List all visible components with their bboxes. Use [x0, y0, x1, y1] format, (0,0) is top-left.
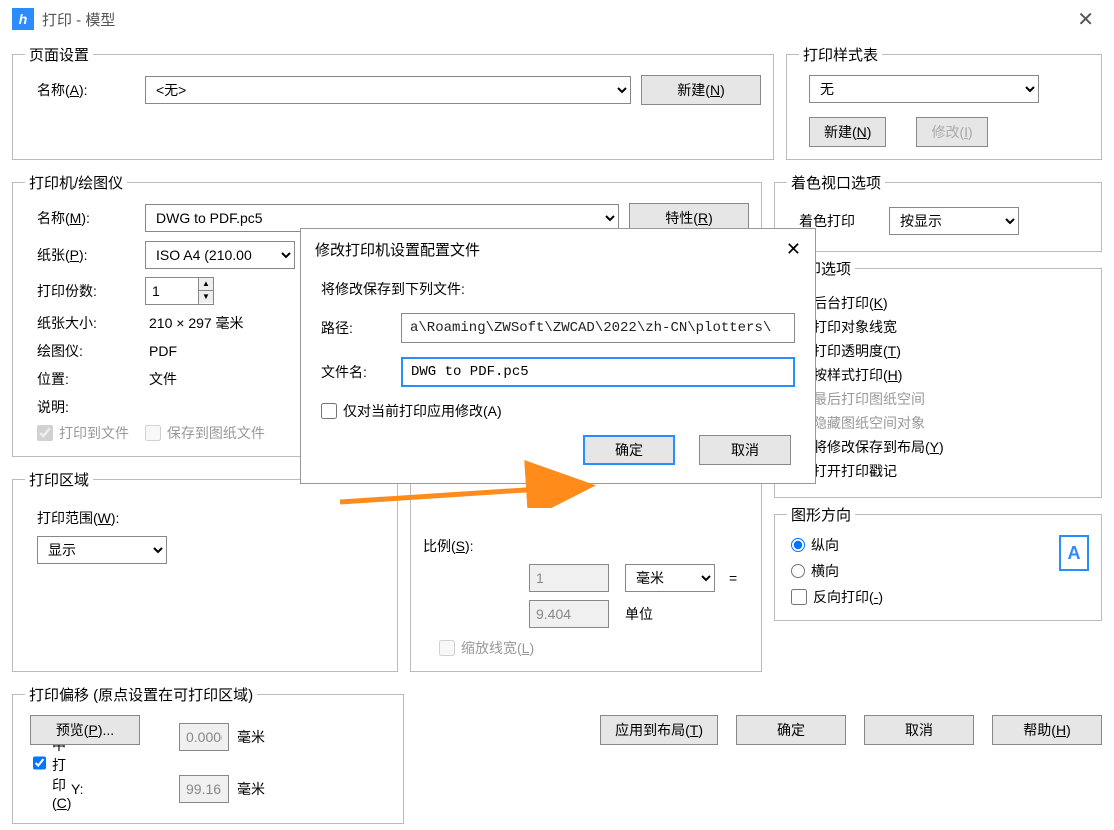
print-to-file-checkbox: 打印到文件: [37, 423, 129, 443]
paperspace-last-checkbox: 最后打印图纸空间: [791, 389, 1089, 409]
app-icon: h: [12, 8, 34, 30]
fieldset-offset: 打印偏移 (原点设置在可打印区域) X: 毫米 居中打印(C) Y: 毫米: [12, 684, 404, 824]
transparency-checkbox[interactable]: 打印透明度(T): [791, 341, 1089, 361]
fieldset-plot-style: 打印样式表 无 新建(N) 修改(I): [786, 44, 1102, 160]
offset-y-input: [179, 775, 229, 803]
legend-viewport: 着色视口选项: [787, 172, 885, 193]
offset-y-label: Y:: [71, 781, 171, 797]
scale-unit-select[interactable]: 毫米: [625, 564, 715, 592]
scale-numerator-input: [529, 564, 609, 592]
plot-range-label: 打印范围(W):: [37, 508, 127, 528]
page-setup-new-button[interactable]: 新建(N): [641, 75, 761, 105]
modal-title: 修改打印机设置配置文件: [315, 239, 480, 260]
page-setup-name-label: 名称(A):: [25, 80, 135, 100]
scale-denominator-input: [529, 600, 609, 628]
legend-offset: 打印偏移 (原点设置在可打印区域): [25, 684, 257, 705]
save-to-paperspace-checkbox: 保存到图纸文件: [145, 423, 265, 443]
plot-style-new-button[interactable]: 新建(N): [809, 117, 886, 147]
equals-label: =: [729, 570, 749, 586]
modal-printer-config: 修改打印机设置配置文件 ✕ 将修改保存到下列文件: 路径: 文件名: 仅对当前打…: [300, 228, 816, 484]
modal-cancel-button[interactable]: 取消: [699, 435, 791, 465]
paper-label: 纸张(P):: [25, 245, 135, 265]
bg-print-checkbox[interactable]: 后台打印(K): [791, 293, 1089, 313]
by-style-checkbox[interactable]: 按样式打印(H): [791, 365, 1089, 385]
page-setup-name-select[interactable]: <无>: [145, 76, 631, 104]
window-title: 打印 - 模型: [42, 9, 115, 30]
landscape-radio[interactable]: 横向: [791, 561, 839, 581]
offset-y-unit: 毫米: [237, 779, 391, 799]
modal-file-input[interactable]: [401, 357, 795, 387]
stamp-checkbox[interactable]: 打开打印戳记: [791, 461, 1089, 481]
fieldset-options: 打印选项 后台打印(K) 打印对象线宽 打印透明度(T) 按样式打印(H) 最后…: [774, 258, 1102, 498]
fieldset-page-setup: 页面设置 名称(A): <无> 新建(N): [12, 44, 774, 160]
orientation-icon: A: [1059, 535, 1089, 571]
modal-path-label: 路径:: [321, 318, 401, 338]
titlebar: h 打印 - 模型 ✕: [0, 0, 1114, 38]
plot-style-select[interactable]: 无: [809, 75, 1039, 103]
hide-paperspace-checkbox: 隐藏图纸空间对象: [791, 413, 1089, 433]
legend-orientation: 图形方向: [787, 504, 855, 525]
preview-button[interactable]: 预览(P)...: [30, 715, 140, 745]
modal-subtitle: 将修改保存到下列文件:: [321, 279, 795, 299]
copies-input[interactable]: [145, 277, 199, 305]
modal-only-current-checkbox[interactable]: 仅对当前打印应用修改(A): [321, 401, 502, 421]
reverse-print-checkbox[interactable]: 反向打印(-): [791, 587, 883, 607]
plot-style-modify-button: 修改(I): [916, 117, 987, 147]
paper-size-label: 纸张大小:: [25, 313, 135, 333]
legend-plot-area: 打印区域: [25, 469, 93, 490]
plotter-label: 绘图仪:: [25, 341, 135, 361]
plot-range-select[interactable]: 显示: [37, 536, 167, 564]
modal-close-icon[interactable]: ✕: [786, 239, 801, 260]
legend-plot-style: 打印样式表: [799, 44, 882, 65]
shade-print-select[interactable]: 按显示: [889, 207, 1019, 235]
location-label: 位置:: [25, 369, 135, 389]
desc-label: 说明:: [25, 397, 135, 417]
scale-lineweights-checkbox: 缩放线宽(L): [439, 638, 534, 658]
printer-name-label: 名称(M):: [25, 208, 135, 228]
cancel-button[interactable]: 取消: [864, 715, 974, 745]
lineweights-checkbox[interactable]: 打印对象线宽: [791, 317, 1089, 337]
modal-path-input: [401, 313, 795, 343]
fieldset-plot-area: 打印区域 打印范围(W): 显示: [12, 469, 398, 672]
copies-spinner[interactable]: ▲▼: [199, 277, 214, 305]
bottom-bar: 预览(P)... 应用到布局(T) 确定 取消 帮助(H): [12, 715, 1102, 745]
legend-printer: 打印机/绘图仪: [25, 172, 127, 193]
portrait-radio[interactable]: 纵向: [791, 535, 839, 555]
apply-layout-button[interactable]: 应用到布局(T): [600, 715, 718, 745]
help-button[interactable]: 帮助(H): [992, 715, 1102, 745]
fieldset-viewport: 着色视口选项 着色打印 按显示: [774, 172, 1102, 252]
copies-label: 打印份数:: [25, 281, 135, 301]
modal-file-label: 文件名:: [321, 362, 401, 382]
close-icon[interactable]: ✕: [1069, 7, 1102, 32]
modal-ok-button[interactable]: 确定: [583, 435, 675, 465]
scale-unit-label: 单位: [625, 604, 723, 624]
save-to-layout-checkbox[interactable]: 将修改保存到布局(Y): [791, 437, 1089, 457]
ok-button[interactable]: 确定: [736, 715, 846, 745]
scale-ratio-label: 比例(S):: [423, 536, 523, 556]
fieldset-scale: x 比例(S): 毫米 = 单位: [410, 469, 762, 672]
legend-page-setup: 页面设置: [25, 44, 93, 65]
fieldset-orientation: 图形方向 纵向 横向 反向打印(-) A: [774, 504, 1102, 621]
paper-select[interactable]: ISO A4 (210.00: [145, 241, 295, 269]
